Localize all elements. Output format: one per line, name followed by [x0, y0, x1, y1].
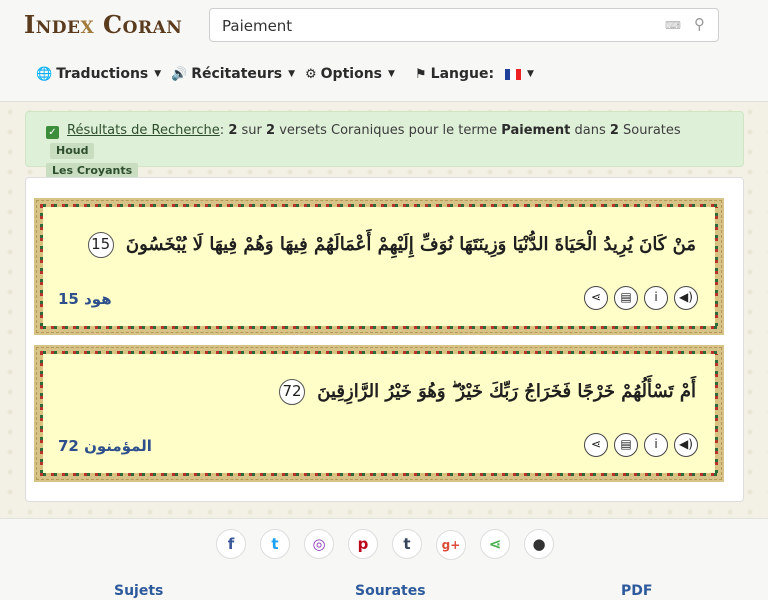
share-icon[interactable]: ⋖: [584, 433, 608, 457]
alert-separator: :: [219, 123, 225, 138]
reciters-menu[interactable]: 🔊 Récitateurs ▼: [171, 66, 295, 82]
share-icon[interactable]: ⋖: [480, 529, 510, 559]
pdf-icon[interactable]: ▤: [614, 433, 638, 457]
search-icon[interactable]: ⚲: [694, 15, 705, 33]
ornament-border: [34, 198, 724, 335]
twitter-icon[interactable]: t: [260, 529, 290, 559]
arabic-text: أَمْ تَسْأَلُهُمْ خَرْجًا فَخَرَاجُ رَبِ…: [317, 381, 696, 402]
gear-icon: ⚙: [305, 67, 317, 82]
verse-actions: ⋖ ▤ i ◀): [578, 286, 698, 310]
search-input[interactable]: [222, 15, 652, 37]
pdf-icon[interactable]: ▤: [614, 286, 638, 310]
globe-icon: 🌐: [36, 67, 53, 82]
chevron-down-icon: ▼: [288, 69, 296, 79]
speaker-icon[interactable]: ◀): [674, 286, 698, 310]
result-total: 2: [266, 123, 276, 138]
language-label: Langue:: [430, 66, 495, 82]
results-link[interactable]: Résultats de Recherche: [67, 123, 220, 138]
keyboard-icon[interactable]: ⌨: [665, 19, 681, 32]
share-icon[interactable]: ⋖: [584, 286, 608, 310]
alert-text: versets Coraniques pour le terme: [279, 123, 498, 138]
alert-text: Sourates: [623, 123, 681, 138]
translations-menu[interactable]: 🌐 Traductions ▼: [36, 66, 161, 82]
surah-count: 2: [609, 123, 619, 138]
chevron-down-icon: ▼: [154, 69, 162, 79]
verse-card: أَمْ تَسْأَلُهُمْ خَرْجًا فَخَرَاجُ رَبِ…: [34, 345, 724, 482]
tumblr-icon[interactable]: t: [392, 529, 422, 559]
footer-link-sourates[interactable]: Sourates: [355, 583, 426, 599]
result-count: 2: [228, 123, 238, 138]
info-icon[interactable]: i: [644, 286, 668, 310]
info-icon[interactable]: i: [644, 433, 668, 457]
instagram-icon[interactable]: ◎: [304, 529, 334, 559]
verse-card: مَنْ كَانَ يُرِيدُ الْحَيَاةَ الدُّنْيَا…: [34, 198, 724, 335]
verse-actions: ⋖ ▤ i ◀): [578, 433, 698, 457]
speaker-icon[interactable]: ◀): [674, 433, 698, 457]
footer-link-pdf[interactable]: PDF: [621, 583, 652, 599]
options-menu[interactable]: ⚙ Options ▼: [305, 66, 395, 82]
arabic-text: مَنْ كَانَ يُرِيدُ الْحَيَاةَ الدُّنْيَا…: [125, 234, 696, 255]
search-term: Paiement: [501, 123, 571, 138]
google-plus-icon[interactable]: g+: [436, 530, 466, 560]
language-menu[interactable]: ⚑ Langue: ▼: [415, 66, 534, 82]
check-icon: ✓: [46, 126, 59, 139]
french-flag-icon: [504, 68, 521, 80]
footer: f t ◎ p t g+ ⋖ ● Sujets Sourates PDF: [0, 518, 768, 600]
results-alert: ✓ Résultats de Recherche: 2 sur 2 versets…: [25, 111, 744, 179]
options-label: Options: [320, 66, 382, 82]
chevron-down-icon: ▼: [388, 69, 395, 79]
header: Index Coran ⌨ ⚲ 🌐Traductions ▼ 🔊Récitateu…: [0, 0, 768, 102]
speaker-icon: 🔊: [171, 67, 188, 82]
verse-reference[interactable]: المؤمنون 72: [58, 437, 152, 455]
verse-text: مَنْ كَانَ يُرِيدُ الْحَيَاةَ الدُّنْيَا…: [87, 232, 696, 258]
facebook-icon[interactable]: f: [216, 529, 246, 559]
main-nav: 🌐 Traductions ▼ 🔊 Récitateurs ▼ ⚙ Options ▼ ⚑ L…: [0, 62, 768, 88]
chevron-down-icon: ▼: [526, 69, 534, 79]
reciters-label: Récitateurs: [191, 66, 283, 82]
pinterest-icon[interactable]: p: [348, 529, 378, 559]
surah-tag-houd[interactable]: Houd: [50, 143, 95, 159]
verse-text: أَمْ تَسْأَلُهُمْ خَرْجًا فَخَرَاجُ رَبِ…: [278, 379, 696, 405]
verse-reference[interactable]: هود 15: [58, 290, 112, 308]
github-icon[interactable]: ●: [524, 529, 554, 559]
verse-number: 15: [87, 232, 114, 258]
verse-number: 72: [278, 379, 305, 405]
flag-icon: ⚑: [415, 67, 427, 82]
alert-of: sur: [241, 123, 262, 138]
translations-label: Traductions: [56, 66, 149, 82]
ornament-border: [34, 345, 724, 482]
social-links: f t ◎ p t g+ ⋖ ●: [216, 529, 568, 560]
search-box: ⌨ ⚲: [209, 8, 719, 42]
site-logo[interactable]: Index Coran: [24, 10, 182, 39]
alert-text: dans: [574, 123, 606, 138]
footer-link-sujets[interactable]: Sujets: [114, 583, 163, 599]
